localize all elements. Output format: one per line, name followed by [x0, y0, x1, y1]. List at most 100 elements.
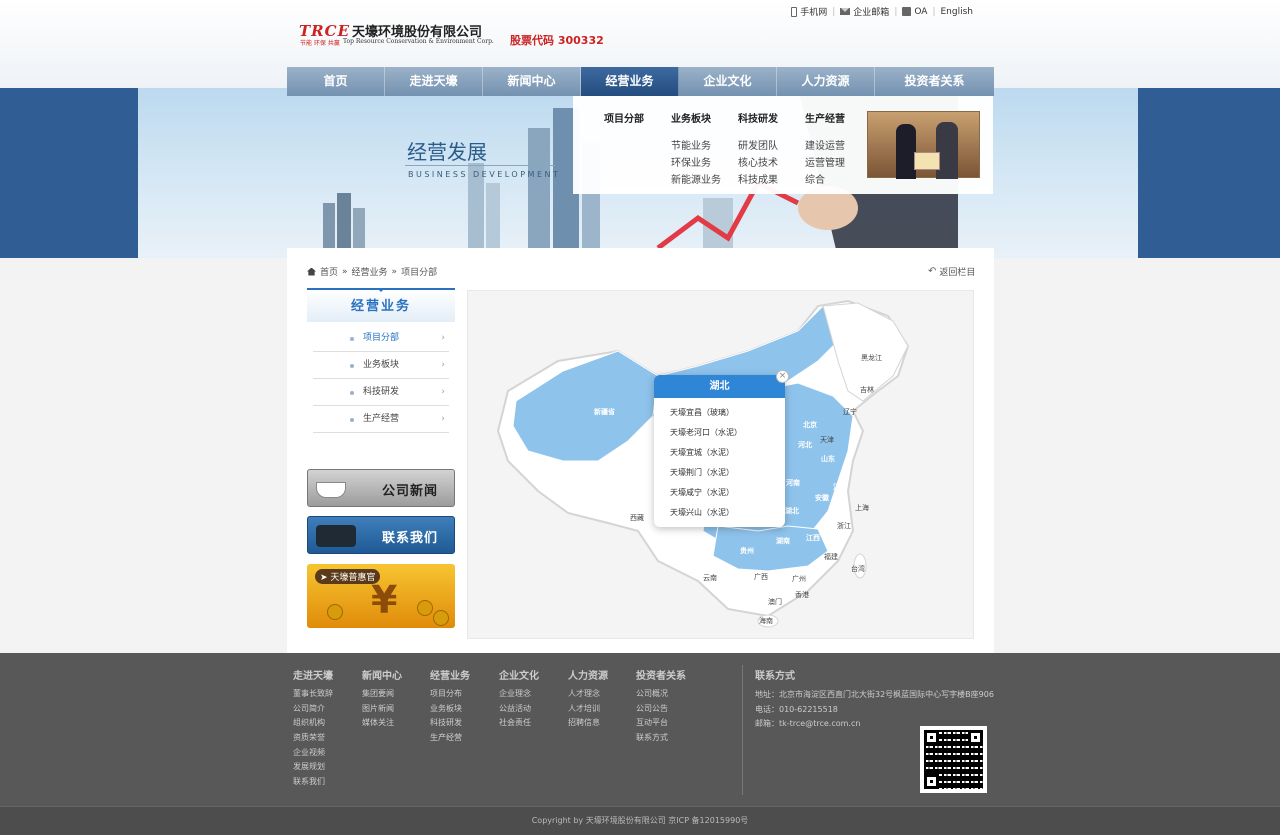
footer-link[interactable]: 联系我们 — [293, 775, 333, 790]
footer-link[interactable]: 人才理念 — [568, 687, 608, 702]
footer-link[interactable]: 公益活动 — [499, 702, 539, 717]
footer-link[interactable]: 社会责任 — [499, 716, 539, 731]
dropdown-link[interactable]: 研发团队 — [738, 137, 778, 154]
footer-heading[interactable]: 人力资源 — [568, 667, 608, 682]
footer-link[interactable]: 资质荣誉 — [293, 731, 333, 746]
footer-link[interactable]: 企业理念 — [499, 687, 539, 702]
close-icon[interactable]: × — [776, 370, 789, 383]
dropdown-heading[interactable]: 生产经营 — [805, 110, 845, 125]
nav-hr[interactable]: 人力资源 — [777, 67, 875, 96]
mobile-link[interactable]: 手机网 — [786, 5, 832, 18]
benefit-banner[interactable]: ➤ 天壕普惠官 ¥ — [307, 564, 455, 628]
footer-link[interactable]: 媒体关注 — [362, 716, 402, 731]
map-label[interactable]: 上海 — [855, 503, 869, 512]
footer-link[interactable]: 项目分布 — [430, 687, 470, 702]
footer-link[interactable]: 科技研发 — [430, 716, 470, 731]
map-label[interactable]: 江苏 — [833, 482, 847, 491]
sidebar-item-operations[interactable]: 生产经营 › — [313, 406, 449, 433]
dropdown-link[interactable]: 节能业务 — [671, 137, 721, 154]
breadcrumb-home[interactable]: 首页 — [320, 265, 338, 278]
footer-link[interactable]: 公司概况 — [636, 687, 686, 702]
footer-heading[interactable]: 经营业务 — [430, 667, 470, 682]
email-link[interactable]: 企业邮箱 — [835, 5, 894, 18]
logo[interactable]: TRCE 天壕环境股份有限公司 节能 环保 共赢 Top Resource Con… — [299, 21, 494, 47]
map-label[interactable]: 辽宁 — [843, 407, 857, 416]
dropdown-heading[interactable]: 业务板块 — [671, 110, 721, 125]
footer-link[interactable]: 组织机构 — [293, 716, 333, 731]
oa-link[interactable]: OA — [897, 7, 932, 17]
nav-about[interactable]: 走进天壕 — [385, 67, 483, 96]
nav-home[interactable]: 首页 — [287, 67, 385, 96]
nav-business[interactable]: 经营业务 — [581, 67, 679, 96]
contact-us-banner[interactable]: 联系我们 — [307, 516, 455, 554]
footer-link[interactable]: 企业视频 — [293, 746, 333, 761]
footer-link[interactable]: 图片新闻 — [362, 702, 402, 717]
map-label[interactable]: 吉林 — [860, 385, 874, 394]
map-label[interactable]: 福建 — [824, 552, 838, 561]
footer-heading[interactable]: 走进天壕 — [293, 667, 333, 682]
dropdown-link[interactable]: 建设运营 — [805, 137, 845, 154]
map-label[interactable]: 湖北 — [785, 506, 799, 515]
map-label[interactable]: 西藏 — [630, 513, 644, 522]
map-label[interactable]: 天津 — [820, 436, 834, 444]
popup-project-item[interactable]: 天壕宜昌（玻璃） — [670, 403, 785, 423]
map-label[interactable]: 安徽 — [815, 493, 830, 502]
footer-heading[interactable]: 企业文化 — [499, 667, 539, 682]
map-label[interactable]: 河北 — [798, 440, 812, 449]
map-label[interactable]: 海南 — [759, 616, 773, 625]
map-label[interactable]: 黑龙江 — [861, 353, 882, 362]
map-label[interactable]: 湖南 — [776, 536, 790, 545]
footer-link[interactable]: 公司简介 — [293, 702, 333, 717]
dropdown-heading[interactable]: 科技研发 — [738, 110, 778, 125]
map-label[interactable]: 山东 — [821, 454, 835, 463]
back-to-section[interactable]: ↶ 返回栏目 — [928, 265, 975, 278]
footer-link[interactable]: 业务板块 — [430, 702, 470, 717]
sidebar-item-business-segments[interactable]: 业务板块 › — [313, 352, 449, 379]
map-label[interactable]: 台湾 — [851, 564, 865, 573]
popup-project-item[interactable]: 天壕宜城（水泥） — [670, 443, 785, 463]
map-label[interactable]: 澳门 — [768, 597, 782, 606]
footer-link[interactable]: 联系方式 — [636, 731, 686, 746]
popup-project-item[interactable]: 天壕老河口（水泥） — [670, 423, 785, 443]
footer-link[interactable]: 董事长致辞 — [293, 687, 333, 702]
dropdown-link[interactable]: 科技成果 — [738, 171, 778, 188]
popup-project-item[interactable]: 天壕荆门（水泥） — [670, 463, 785, 483]
map-label[interactable]: 新疆省 — [594, 407, 615, 416]
footer-link[interactable]: 集团要闻 — [362, 687, 402, 702]
footer-link[interactable]: 生产经营 — [430, 731, 470, 746]
map-label[interactable]: 广州 — [792, 574, 806, 583]
footer-heading[interactable]: 新闻中心 — [362, 667, 402, 682]
nav-investors[interactable]: 投资者关系 — [875, 67, 994, 96]
dropdown-link[interactable]: 综合 — [805, 171, 845, 188]
map-label[interactable]: 贵州 — [740, 546, 754, 555]
dropdown-heading[interactable]: 项目分部 — [604, 110, 644, 125]
map-label[interactable]: 河南 — [786, 478, 800, 487]
footer-link[interactable]: 公司公告 — [636, 702, 686, 717]
map-label[interactable]: 香港 — [795, 590, 809, 599]
map-label[interactable]: 北京 — [803, 420, 817, 429]
dropdown-photo[interactable] — [867, 111, 980, 179]
footer-link[interactable]: 互动平台 — [636, 716, 686, 731]
bullet-icon — [350, 391, 354, 395]
breadcrumb-business[interactable]: 经营业务 — [352, 265, 388, 278]
popup-project-item[interactable]: 天壕咸宁（水泥） — [670, 483, 785, 503]
company-news-banner[interactable]: 公司新闻 — [307, 469, 455, 507]
sidebar-item-project-branches[interactable]: 项目分部 › — [313, 325, 449, 352]
sidebar-item-rnd[interactable]: 科技研发 › — [313, 379, 449, 406]
nav-culture[interactable]: 企业文化 — [679, 67, 777, 96]
dropdown-link[interactable]: 核心技术 — [738, 154, 778, 171]
footer-link[interactable]: 人才培训 — [568, 702, 608, 717]
english-link[interactable]: English — [936, 7, 979, 17]
footer-link[interactable]: 招聘信息 — [568, 716, 608, 731]
map-label[interactable]: 云南 — [703, 573, 717, 582]
footer-link[interactable]: 发展规划 — [293, 760, 333, 775]
map-label[interactable]: 广西 — [754, 572, 768, 581]
popup-project-item[interactable]: 天壕兴山（水泥） — [670, 503, 785, 523]
map-label[interactable]: 江西 — [806, 533, 820, 542]
dropdown-link[interactable]: 环保业务 — [671, 154, 721, 171]
nav-news[interactable]: 新闻中心 — [483, 67, 581, 96]
dropdown-link[interactable]: 运营管理 — [805, 154, 845, 171]
map-label[interactable]: 浙江 — [837, 521, 851, 530]
dropdown-link[interactable]: 新能源业务 — [671, 171, 721, 188]
footer-heading[interactable]: 投资者关系 — [636, 667, 686, 682]
